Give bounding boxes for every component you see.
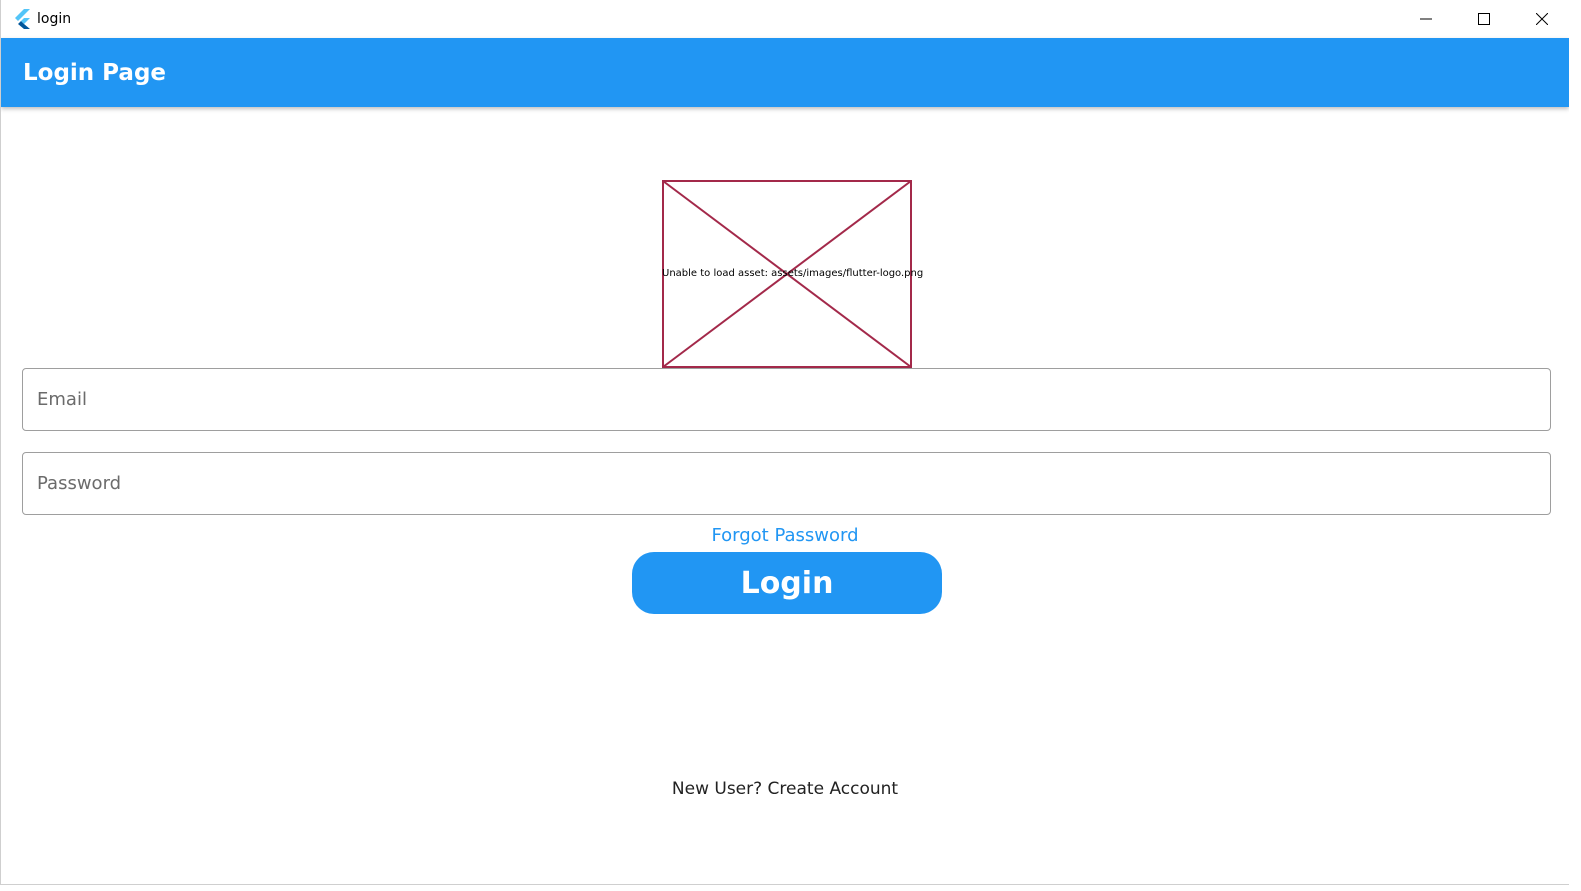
window-title: login	[37, 11, 72, 27]
password-field[interactable]	[22, 452, 1551, 515]
forgot-password-link[interactable]: Forgot Password	[1, 525, 1569, 547]
minimize-icon	[1420, 10, 1432, 29]
minimize-button[interactable]	[1397, 0, 1455, 38]
create-account-link[interactable]: New User? Create Account	[1, 778, 1569, 800]
app-window: login Login Page Unable to load asset: a…	[0, 0, 1569, 885]
close-button[interactable]	[1513, 0, 1569, 38]
maximize-button[interactable]	[1455, 0, 1513, 38]
maximize-icon	[1478, 10, 1490, 29]
login-button[interactable]: Login	[632, 552, 942, 614]
close-icon	[1535, 10, 1549, 29]
app-bar: Login Page	[1, 38, 1569, 107]
email-input[interactable]	[37, 369, 1537, 430]
password-input[interactable]	[37, 453, 1537, 514]
broken-logo-image: Unable to load asset: assets/images/flut…	[662, 180, 924, 368]
email-field[interactable]	[22, 368, 1551, 431]
page-title: Login Page	[23, 60, 167, 86]
asset-error-text: Unable to load asset: assets/images/flut…	[662, 268, 924, 279]
flutter-logo-icon	[13, 9, 31, 29]
title-bar[interactable]: login	[1, 0, 1569, 38]
